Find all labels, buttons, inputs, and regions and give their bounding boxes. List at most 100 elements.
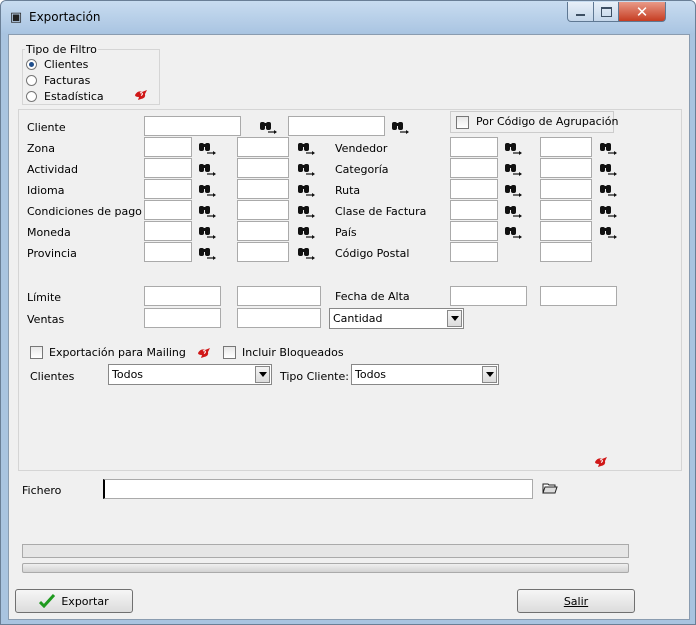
binoculars-arrow-icon[interactable] <box>599 183 619 197</box>
radio-clientes[interactable] <box>26 59 37 70</box>
salir-button[interactable]: Salir <box>517 589 635 613</box>
help-icon[interactable] <box>197 347 211 359</box>
actividad-to-input[interactable] <box>237 158 289 178</box>
binoculars-arrow-icon[interactable] <box>198 204 218 218</box>
minimize-icon <box>576 13 585 16</box>
binoculars-arrow-icon[interactable] <box>297 204 317 218</box>
binoculars-arrow-icon[interactable] <box>297 183 317 197</box>
binoculars-arrow-icon[interactable] <box>504 162 524 176</box>
limite-label: Límite <box>27 291 62 304</box>
radio-facturas[interactable] <box>26 75 37 86</box>
idioma-label: Idioma <box>27 184 65 197</box>
fichero-input[interactable] <box>103 479 533 499</box>
condiciones-to-input[interactable] <box>237 200 289 220</box>
help-icon[interactable] <box>134 89 148 101</box>
zona-from-input[interactable] <box>144 137 192 157</box>
ventas-type-value: Cantidad <box>333 312 383 325</box>
limite-from-input[interactable] <box>144 286 221 306</box>
categoria-from-input[interactable] <box>450 158 498 178</box>
cliente-label: Cliente <box>27 121 66 134</box>
binoculars-arrow-icon[interactable] <box>391 120 411 134</box>
minimize-button[interactable] <box>567 2 594 22</box>
clase_factura-to-input[interactable] <box>540 200 592 220</box>
provincia-to-input[interactable] <box>237 242 289 262</box>
binoculars-arrow-icon[interactable] <box>504 183 524 197</box>
condiciones-from-input[interactable] <box>144 200 192 220</box>
ruta-to-input[interactable] <box>540 179 592 199</box>
actividad-from-input[interactable] <box>144 158 192 178</box>
fecha-alta-to-input[interactable] <box>540 286 617 306</box>
ventas-type-select[interactable]: Cantidad <box>329 308 464 329</box>
export-window: ▣ Exportación ✕ Tipo de Filtro Clientes … <box>0 0 696 625</box>
binoculars-arrow-icon[interactable] <box>198 183 218 197</box>
pais-from-input[interactable] <box>450 221 498 241</box>
provincia-from-input[interactable] <box>144 242 192 262</box>
binoculars-arrow-icon[interactable] <box>599 141 619 155</box>
bloqueados-label[interactable]: Incluir Bloqueados <box>242 346 344 359</box>
radio-facturas-label[interactable]: Facturas <box>44 74 90 87</box>
binoculars-arrow-icon[interactable] <box>599 225 619 239</box>
codigo_postal-to-input[interactable] <box>540 242 592 262</box>
limite-to-input[interactable] <box>237 286 321 306</box>
binoculars-arrow-icon[interactable] <box>599 162 619 176</box>
binoculars-arrow-icon[interactable] <box>198 246 218 260</box>
close-icon: ✕ <box>635 2 649 21</box>
moneda-to-input[interactable] <box>237 221 289 241</box>
ruta-from-input[interactable] <box>450 179 498 199</box>
binoculars-arrow-icon[interactable] <box>297 225 317 239</box>
agrupacion-label[interactable]: Por Código de Agrupación <box>476 115 618 128</box>
binoculars-arrow-icon[interactable] <box>504 225 524 239</box>
title-bar: ▣ Exportación ✕ <box>1 1 695 33</box>
ventas-from-input[interactable] <box>144 308 221 328</box>
vendedor-to-input[interactable] <box>540 137 592 157</box>
binoculars-arrow-icon[interactable] <box>259 120 279 134</box>
binoculars-arrow-icon[interactable] <box>504 204 524 218</box>
tipo-cliente-select[interactable]: Todos <box>351 364 499 385</box>
clase_factura-from-input[interactable] <box>450 200 498 220</box>
exportar-label: Exportar <box>61 594 109 608</box>
bloqueados-checkbox[interactable] <box>223 346 236 359</box>
codigo_postal-from-input[interactable] <box>450 242 498 262</box>
tipo-cliente-select-value: Todos <box>355 368 387 381</box>
binoculars-arrow-icon[interactable] <box>198 141 218 155</box>
radio-estadistica-label[interactable]: Estadística <box>44 90 104 103</box>
binoculars-arrow-icon[interactable] <box>297 162 317 176</box>
idioma-to-input[interactable] <box>237 179 289 199</box>
pais-label: País <box>335 226 357 239</box>
exportar-button[interactable]: Exportar <box>15 589 133 613</box>
help-icon[interactable] <box>594 456 608 468</box>
binoculars-arrow-icon[interactable] <box>198 162 218 176</box>
vendedor-from-input[interactable] <box>450 137 498 157</box>
mailing-label[interactable]: Exportación para Mailing <box>49 346 186 359</box>
agrupacion-checkbox[interactable] <box>456 116 469 129</box>
open-folder-icon[interactable] <box>542 481 558 495</box>
radio-estadistica[interactable] <box>26 91 37 102</box>
clientes-filter-label: Clientes <box>30 370 75 383</box>
binoculars-arrow-icon[interactable] <box>504 141 524 155</box>
mailing-checkbox[interactable] <box>30 346 43 359</box>
fecha-alta-from-input[interactable] <box>450 286 527 306</box>
close-button[interactable]: ✕ <box>618 2 666 22</box>
categoria-to-input[interactable] <box>540 158 592 178</box>
ventas-to-input[interactable] <box>237 308 321 328</box>
radio-clientes-label[interactable]: Clientes <box>44 58 88 71</box>
moneda-from-input[interactable] <box>144 221 192 241</box>
cliente-from-input[interactable] <box>144 116 241 136</box>
clientes-select[interactable]: Todos <box>108 364 272 385</box>
binoculars-arrow-icon[interactable] <box>599 204 619 218</box>
maximize-button[interactable] <box>593 2 619 22</box>
chevron-down-icon[interactable] <box>482 366 497 383</box>
idioma-from-input[interactable] <box>144 179 192 199</box>
chevron-down-icon[interactable] <box>447 310 462 327</box>
binoculars-arrow-icon[interactable] <box>297 246 317 260</box>
binoculars-arrow-icon[interactable] <box>297 141 317 155</box>
chevron-down-icon[interactable] <box>255 366 270 383</box>
fecha-alta-label: Fecha de Alta <box>335 290 410 303</box>
binoculars-arrow-icon[interactable] <box>198 225 218 239</box>
cliente-to-input[interactable] <box>288 116 385 136</box>
progress-bar-secondary <box>22 563 629 573</box>
pais-to-input[interactable] <box>540 221 592 241</box>
dialog-body: Tipo de Filtro Clientes Facturas Estadís… <box>8 34 690 620</box>
ventas-label: Ventas <box>27 313 65 326</box>
zona-to-input[interactable] <box>237 137 289 157</box>
